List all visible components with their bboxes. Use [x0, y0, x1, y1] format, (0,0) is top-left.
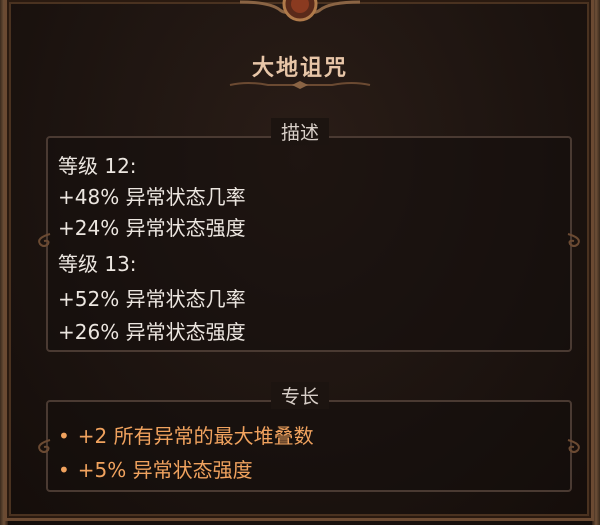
description-line: 等级 12: — [58, 154, 137, 178]
description-line: +26% 异常状态强度 — [58, 320, 246, 344]
description-line: 等级 13: — [58, 252, 137, 276]
curl-ornament-icon — [567, 439, 580, 453]
description-header-label: 描述 — [270, 118, 329, 145]
specialty-header-label: 专长 — [270, 382, 329, 409]
specialty-header: 专长 — [0, 382, 600, 409]
curl-ornament-icon — [567, 233, 580, 247]
curl-ornament-icon — [38, 439, 51, 453]
skill-title: 大地诅咒 — [251, 56, 348, 81]
specialty-line: • +5% 异常状态强度 — [58, 454, 253, 483]
title-underline-ornament — [229, 81, 371, 89]
description-line: +24% 异常状态强度 — [58, 216, 246, 240]
description-line: +52% 异常状态几率 — [58, 287, 246, 311]
description-header: 描述 — [0, 118, 600, 145]
curl-ornament-icon — [38, 233, 51, 247]
skill-tooltip-panel: 大地诅咒 描述 等级 12: +48% 异常状态几率 +24% 异常状态强度 等… — [0, 0, 600, 525]
crest-ornament-icon — [240, 0, 360, 22]
description-line: +48% 异常状态几率 — [58, 185, 246, 209]
specialty-text: +2 所有异常的最大堆叠数 — [77, 424, 314, 448]
specialty-line: • +2 所有异常的最大堆叠数 — [58, 420, 314, 449]
specialty-text: +5% 异常状态强度 — [77, 458, 253, 482]
bullet-icon: • — [58, 458, 70, 482]
bullet-icon: • — [58, 424, 70, 448]
